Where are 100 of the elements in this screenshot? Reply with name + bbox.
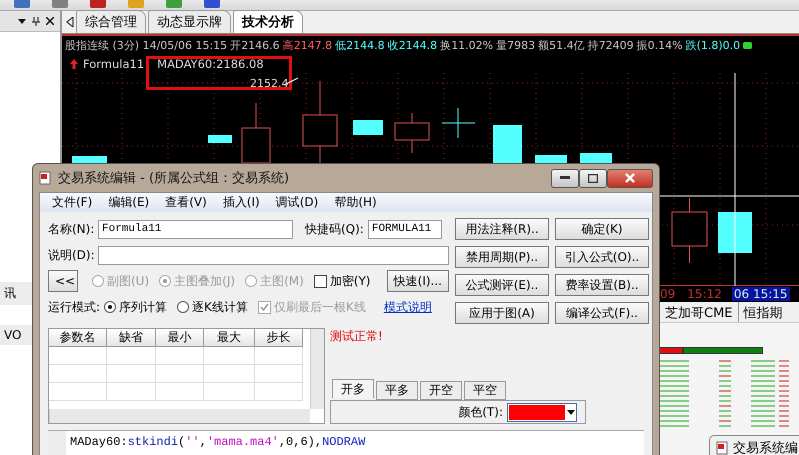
table-cell xyxy=(107,347,156,365)
candle xyxy=(672,198,708,264)
quote-value: 跌(1.8)0.0 xyxy=(686,38,740,53)
table-cell xyxy=(49,383,107,401)
quote-value: 开2146.6 xyxy=(230,38,280,53)
table-cell xyxy=(255,347,303,365)
field-label: 快捷码(Q): xyxy=(305,220,364,238)
horizontal-scrollbar[interactable] xyxy=(49,409,310,423)
dropdown-icon[interactable] xyxy=(18,18,26,24)
window-titlebar[interactable]: 交易系统编 xyxy=(709,435,799,455)
tab[interactable]: 开空 xyxy=(420,381,462,400)
minimize-icon xyxy=(560,176,570,180)
quote-value: 换11.02% xyxy=(440,38,494,53)
close-button[interactable] xyxy=(607,168,653,188)
column-header: 步长 xyxy=(255,329,303,347)
candle xyxy=(442,108,476,138)
quote-value: 低2144.8 xyxy=(335,38,385,53)
table-cell xyxy=(156,365,204,383)
status-icon xyxy=(743,42,752,49)
close-icon xyxy=(625,173,635,183)
quote-value: 收2144.8 xyxy=(388,38,438,53)
table-cell xyxy=(204,347,255,365)
time-label: 06 15:15 xyxy=(732,287,790,301)
window-title: 交易系统编辑 - (所属公式组：交易系统) xyxy=(58,170,290,187)
radio-label: 逐K线计算 xyxy=(192,298,248,316)
collapse-button[interactable]: << xyxy=(48,270,78,292)
dialog-button[interactable]: 编译公式(F).. xyxy=(555,302,649,324)
quick-button[interactable]: 快速(I)... xyxy=(386,270,449,292)
table-cell xyxy=(204,365,255,383)
candle xyxy=(394,112,430,154)
candle xyxy=(208,135,232,143)
table-cell xyxy=(49,365,107,383)
mode-help-link[interactable]: 模式说明 xyxy=(384,298,432,316)
checkbox-label: 仅刷最后一根K线 xyxy=(274,298,366,316)
radio-button[interactable] xyxy=(177,301,190,313)
close-icon[interactable] xyxy=(46,17,54,25)
scroll-left-icon[interactable] xyxy=(66,17,74,27)
field-label: 名称(N): xyxy=(48,220,94,238)
quote-value: 振0.14% xyxy=(636,38,683,53)
dialog-button[interactable]: 用法注释(R).. xyxy=(455,218,549,240)
table-cell xyxy=(156,383,204,401)
dialog-button[interactable]: 引入公式(O).. xyxy=(555,246,649,268)
table-cell xyxy=(49,347,107,365)
minimize-button[interactable] xyxy=(551,168,579,188)
code-editor[interactable]: MADay60:stkindi('','mama.ma4',0,6),NODRAW xyxy=(48,430,644,455)
field-label: 说明(D): xyxy=(48,246,94,264)
shortcut-field[interactable]: FORMULA11 xyxy=(368,220,442,238)
tab[interactable]: 综合管理 xyxy=(76,10,146,33)
table-cell xyxy=(107,383,156,401)
dialog-button[interactable]: 应用于图(A) xyxy=(455,302,549,324)
quote-value: 量7983 xyxy=(496,38,536,53)
quote-value: 持72409 xyxy=(588,38,634,53)
window-title: 交易系统编 xyxy=(733,440,798,455)
column-header: 最小 xyxy=(156,329,204,347)
checkbox[interactable] xyxy=(314,274,327,288)
menu-item[interactable]: 编辑(E) xyxy=(100,194,158,211)
radio-label: 主图(M) xyxy=(260,272,304,290)
caret-icon xyxy=(567,410,575,414)
menu-item[interactable]: 查看(V) xyxy=(157,194,215,211)
maximize-button[interactable] xyxy=(579,168,607,188)
dialog-button[interactable]: 费率设置(B).. xyxy=(555,274,649,296)
checkbox-label: 加密(Y) xyxy=(330,272,370,290)
color-dropdown[interactable] xyxy=(507,402,577,422)
radio-label: 序列计算 xyxy=(119,298,168,316)
dialog-button[interactable]: 确定(K) xyxy=(555,218,649,240)
table-cell xyxy=(255,365,303,383)
formula-name: Formula11 xyxy=(83,57,144,71)
quote-value: 额51.4亿 xyxy=(538,38,585,53)
dialog-button[interactable]: 公式测评(E).. xyxy=(455,274,549,296)
document-icon xyxy=(716,441,729,455)
description-field[interactable] xyxy=(98,246,449,264)
dialog-button[interactable]: 禁用周期(P).. xyxy=(455,246,549,268)
menu-item[interactable]: 帮助(H) xyxy=(326,194,385,211)
radio-label: 副图(U) xyxy=(107,272,150,290)
table-cell xyxy=(204,383,255,401)
field-label: 颜色(T): xyxy=(458,404,503,420)
name-field[interactable]: Formula11 xyxy=(98,220,293,238)
menu-item[interactable]: 文件(F) xyxy=(44,194,100,211)
column-header: 参数名 xyxy=(49,329,107,347)
tab[interactable]: 恒指期 xyxy=(738,302,788,322)
tab[interactable]: 开多 xyxy=(332,379,374,398)
candle xyxy=(353,120,383,135)
column-header: 缺省 xyxy=(107,329,156,347)
column-header: 最大 xyxy=(204,329,255,347)
code-line: MADay60:stkindi('','mama.ma4',0,6),NODRAW xyxy=(69,434,366,451)
candle xyxy=(718,212,752,253)
time-label: 09 xyxy=(659,287,676,301)
tab[interactable]: 平空 xyxy=(464,381,506,400)
pin-icon[interactable] xyxy=(32,16,40,26)
radio-button[interactable] xyxy=(104,301,116,313)
tab[interactable]: 平多 xyxy=(376,381,418,400)
menu-item[interactable]: 调试(D) xyxy=(268,194,326,211)
tab[interactable]: 动态显示牌 xyxy=(148,10,231,33)
sell-volume-bar xyxy=(659,347,683,354)
menu-item[interactable]: 插入(I) xyxy=(214,194,268,211)
price-label: 2152.4 xyxy=(250,77,288,90)
status-message: 测试正常! xyxy=(330,328,384,345)
tab[interactable]: 技术分析 xyxy=(233,10,303,33)
candle xyxy=(535,155,567,163)
vertical-scrollbar[interactable] xyxy=(310,329,324,409)
